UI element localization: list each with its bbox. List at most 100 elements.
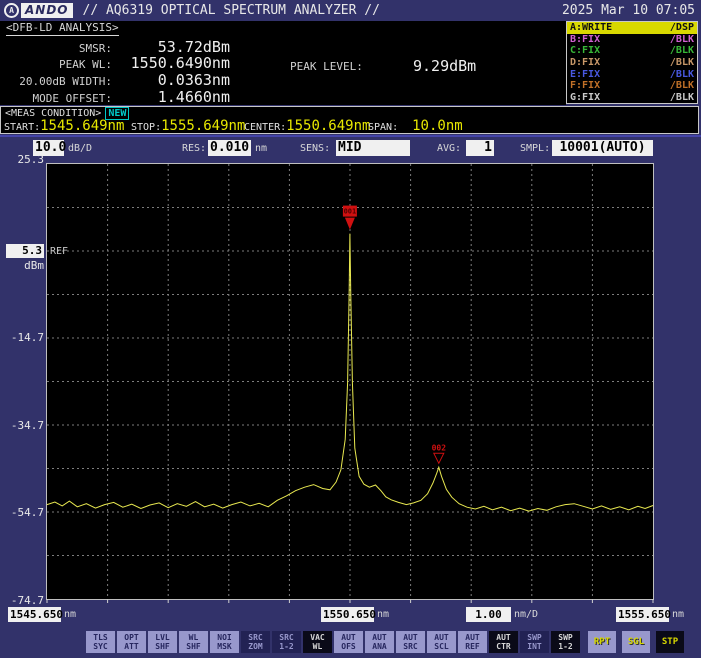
span-field[interactable]: SPAN: 10.0nm bbox=[368, 118, 463, 134]
trace-name: D:FIX bbox=[570, 57, 600, 68]
softkey-label: RPT bbox=[594, 631, 610, 653]
stop-field[interactable]: STOP: 1555.649nm bbox=[131, 118, 245, 134]
y-label-4: -54.7 bbox=[0, 506, 44, 519]
stop-value: 1555.649nm bbox=[161, 118, 245, 134]
x-start-unit: nm bbox=[64, 609, 76, 620]
peak-marker-001[interactable]: 001 bbox=[343, 206, 357, 230]
softkey-label: LVL bbox=[155, 633, 169, 642]
sens-label: SENS: bbox=[300, 143, 330, 154]
res-unit: nm bbox=[255, 143, 267, 154]
span-label: SPAN: bbox=[368, 122, 398, 133]
sens-value[interactable]: MID bbox=[336, 140, 410, 156]
svg-text:001: 001 bbox=[344, 208, 357, 216]
trace-row-e[interactable]: E:FIX/BLK bbox=[567, 68, 697, 80]
title-bar: A ANDO // AQ6319 OPTICAL SPECTRUM ANALYZ… bbox=[0, 0, 701, 20]
center-field[interactable]: CENTER: 1550.649nm bbox=[244, 118, 370, 134]
x-scale-unit: nm/D bbox=[514, 609, 538, 620]
softkey-label: 1-2 bbox=[279, 642, 293, 651]
softkey-src-zom[interactable]: SRCZOM bbox=[241, 631, 270, 653]
trace-mode: /BLK bbox=[670, 34, 694, 45]
softkey-aut-ofs[interactable]: AUTOFS bbox=[334, 631, 363, 653]
softkey-label: MSK bbox=[217, 642, 231, 651]
res-value[interactable]: 0.010 bbox=[208, 140, 251, 156]
softkey-aut-ctr[interactable]: AUTCTR bbox=[489, 631, 518, 653]
softkey-lvl-shf[interactable]: LVLSHF bbox=[148, 631, 177, 653]
app-title: // AQ6319 OPTICAL SPECTRUM ANALYZER // bbox=[83, 3, 380, 18]
x-center-unit: nm bbox=[377, 609, 389, 620]
trace-name: F:FIX bbox=[570, 80, 600, 91]
softkey-sgl[interactable]: SGL bbox=[622, 631, 650, 653]
smpl-value[interactable]: 10001(AUTO) bbox=[552, 140, 653, 156]
smpl-label: SMPL: bbox=[520, 143, 550, 154]
softkey-label: AUT bbox=[341, 633, 355, 642]
dfb-panel-title: <DFB-LD ANALYSIS> bbox=[6, 21, 119, 36]
softkey-label: SYC bbox=[93, 642, 107, 651]
softkey-label: STP bbox=[662, 631, 678, 653]
softkey-label: OPT bbox=[124, 633, 138, 642]
softkey-label: SRC bbox=[279, 633, 293, 642]
x-stop-value[interactable]: 1555.650 bbox=[616, 607, 669, 622]
x-scale-value[interactable]: 1.00 bbox=[466, 607, 511, 622]
softkey-tls-syc[interactable]: TLSSYC bbox=[86, 631, 115, 653]
ref-level-box[interactable]: 5.3 bbox=[6, 244, 44, 258]
softkey-label: SHF bbox=[186, 642, 200, 651]
peak-wl-value: 1550.6490nm bbox=[112, 54, 230, 72]
softkey-wl-shf[interactable]: WLSHF bbox=[179, 631, 208, 653]
trace-name: G:FIX bbox=[570, 92, 600, 103]
softkey-label: VAC bbox=[310, 633, 324, 642]
softkey-vac-wl[interactable]: VACWL bbox=[303, 631, 332, 653]
y-label-2: -14.7 bbox=[0, 331, 44, 344]
trace-mode: /BLK bbox=[670, 92, 694, 103]
meas-condition-panel: <MEAS CONDITION> NEW START: 1545.649nm S… bbox=[0, 106, 699, 134]
trace-row-a[interactable]: A:WRITE/DSP bbox=[567, 22, 697, 34]
softkey-swp-int[interactable]: SWPINT bbox=[520, 631, 549, 653]
trace-status-panel: A:WRITE/DSPB:FIX/BLKC:FIX/BLKD:FIX/BLKE:… bbox=[566, 21, 698, 104]
x-stop-unit: nm bbox=[672, 609, 684, 620]
softkey-src-1-2[interactable]: SRC1-2 bbox=[272, 631, 301, 653]
trace-row-f[interactable]: F:FIX/BLK bbox=[567, 80, 697, 92]
softkey-swp-1-2[interactable]: SWP1-2 bbox=[551, 631, 580, 653]
datetime: 2025 Mar 10 07:05 bbox=[562, 3, 695, 18]
avg-label: AVG: bbox=[437, 143, 461, 154]
softkey-label: CTR bbox=[496, 642, 510, 651]
softkey-aut-ref[interactable]: AUTREF bbox=[458, 631, 487, 653]
avg-value[interactable]: 1 bbox=[466, 140, 494, 156]
mode-offset-value: 1.4660nm bbox=[112, 88, 230, 106]
softkey-label: SRC bbox=[248, 633, 262, 642]
width-label: 20.00dB WIDTH: bbox=[0, 75, 112, 88]
trace-row-g[interactable]: G:FIX/BLK bbox=[567, 91, 697, 103]
softkey-label: SCL bbox=[434, 642, 448, 651]
ando-logo-mark-icon: A bbox=[4, 3, 19, 18]
trace-row-b[interactable]: B:FIX/BLK bbox=[567, 34, 697, 46]
softkey-opt-att[interactable]: OPTATT bbox=[117, 631, 146, 653]
peak-wl-label: PEAK WL: bbox=[0, 58, 112, 71]
softkey-stp[interactable]: STP bbox=[656, 631, 684, 653]
ando-logo-text: ANDO bbox=[21, 3, 73, 18]
softkey-label: ATT bbox=[124, 642, 138, 651]
softkey-label: SHF bbox=[155, 642, 169, 651]
start-field[interactable]: START: 1545.649nm bbox=[4, 118, 124, 134]
x-start-value[interactable]: 1545.650 bbox=[8, 607, 61, 622]
softkey-label: AUT bbox=[372, 633, 386, 642]
softkey-aut-scl[interactable]: AUTSCL bbox=[427, 631, 456, 653]
softkey-noi-msk[interactable]: NOIMSK bbox=[210, 631, 239, 653]
ref-line-label: REF bbox=[50, 246, 68, 257]
y-label-top: 25.3 bbox=[0, 153, 44, 166]
softkey-label: SRC bbox=[403, 642, 417, 651]
center-label: CENTER: bbox=[244, 122, 286, 133]
softkey-rpt[interactable]: RPT bbox=[588, 631, 616, 653]
softkey-label: OFS bbox=[341, 642, 355, 651]
softkey-label: SGL bbox=[628, 631, 644, 653]
softkey-aut-ana[interactable]: AUTANA bbox=[365, 631, 394, 653]
peak-level-label: PEAK LEVEL: bbox=[290, 60, 363, 73]
softkey-aut-src[interactable]: AUTSRC bbox=[396, 631, 425, 653]
trace-row-d[interactable]: D:FIX/BLK bbox=[567, 57, 697, 69]
softkey-label: AUT bbox=[403, 633, 417, 642]
softkey-label: WL bbox=[313, 642, 323, 651]
trace-row-c[interactable]: C:FIX/BLK bbox=[567, 45, 697, 57]
peak-level-value: 9.29dBm bbox=[413, 57, 476, 75]
analysis-row-mode-offset: MODE OFFSET: 1.4660nm bbox=[0, 88, 230, 106]
peak-marker-002[interactable]: 002 bbox=[432, 443, 447, 463]
x-center-value[interactable]: 1550.650 bbox=[321, 607, 374, 622]
sweep-control-row: RPT SGL STP bbox=[588, 631, 684, 653]
